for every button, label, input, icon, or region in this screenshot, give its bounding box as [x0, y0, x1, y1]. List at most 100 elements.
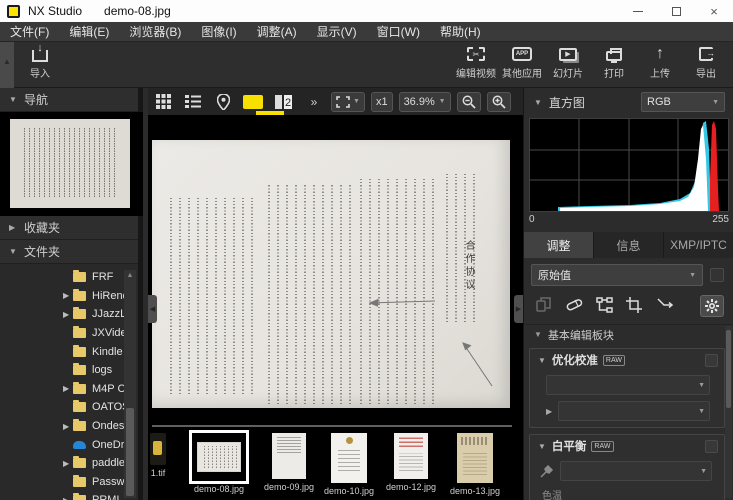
white-balance-header[interactable]: ▼ 白平衡 RAW: [530, 435, 724, 457]
toolbar-action-button[interactable]: 打印: [592, 45, 636, 86]
picture-control-select[interactable]: ▼: [546, 375, 710, 395]
thumbnail-image[interactable]: [394, 433, 428, 479]
preset-checkbox[interactable]: [710, 268, 724, 282]
folder-tree-item[interactable]: ▶ logs: [0, 361, 143, 380]
thumbnail-grid-view-button[interactable]: [150, 91, 176, 113]
folder-scrollbar[interactable]: ▲: [124, 270, 136, 498]
close-button[interactable]: ×: [695, 0, 733, 22]
filmstrip-thumbnail[interactable]: demo-13.jpg: [450, 433, 500, 496]
navigation-section-header[interactable]: ▼ 导航: [0, 88, 138, 112]
settings-button[interactable]: [700, 295, 724, 317]
toolbar-action-button[interactable]: 导出: [684, 45, 728, 86]
menu-item[interactable]: 文件(F): [0, 22, 59, 42]
expand-arrow-icon[interactable]: ▶: [63, 496, 73, 500]
expand-arrow-icon[interactable]: ▶: [63, 384, 73, 393]
chevron-down-icon: ▼: [538, 356, 546, 365]
picture-control-sub-select[interactable]: ▼: [558, 401, 710, 421]
sidebar-collapse-handle[interactable]: ◀: [148, 295, 157, 323]
menu-item[interactable]: 帮助(H): [430, 22, 491, 42]
image-canvas[interactable]: 合作协议 ◀ ▶: [148, 115, 523, 425]
toolbar-action-button[interactable]: ▶ 幻灯片: [546, 45, 590, 86]
list-view-button[interactable]: [180, 91, 206, 113]
panel-tab[interactable]: XMP/IPTC: [664, 232, 733, 258]
menu-item[interactable]: 图像(I): [191, 22, 246, 42]
filmstrip-thumbnail[interactable]: demo-09.jpg: [264, 433, 314, 492]
histogram-channel-select[interactable]: RGB ▼: [641, 92, 725, 112]
compare-view-button[interactable]: 2: [270, 91, 296, 113]
thumbnail-image[interactable]: [272, 433, 306, 479]
menu-item[interactable]: 显示(V): [307, 22, 367, 42]
zoom-in-button[interactable]: [487, 92, 511, 112]
folder-scrollbar-thumb[interactable]: [126, 408, 134, 496]
menu-item[interactable]: 浏览器(B): [119, 22, 191, 42]
zoom-1to1-button[interactable]: x1: [371, 92, 393, 112]
filmstrip-thumbnail[interactable]: 1.tif: [150, 433, 166, 478]
white-balance-checkbox[interactable]: [705, 440, 718, 453]
folder-tree-item[interactable]: ▶ paddle: [0, 454, 143, 473]
filmstrip-thumbnail[interactable]: demo-10.jpg: [324, 433, 374, 496]
folder-tree-item[interactable]: ▶ HiRend: [0, 287, 143, 306]
favorites-section-header[interactable]: ▶ 收藏夹: [0, 216, 138, 240]
chevron-right-icon[interactable]: ▶: [546, 407, 552, 416]
toolbar-action-button[interactable]: APP 其他应用: [500, 45, 544, 86]
image-view-button[interactable]: [240, 91, 266, 113]
expand-arrow-icon[interactable]: ▶: [63, 422, 73, 431]
basic-edit-section-header[interactable]: ▼ 基本编辑板块: [524, 324, 733, 344]
viewer-toolbar: 2 » ▼ x1 36.9% ▼: [148, 88, 523, 115]
straighten-icon[interactable]: [656, 297, 674, 311]
menu-item[interactable]: 编辑(E): [59, 22, 119, 42]
folder-tree-item[interactable]: ▶ Kindle: [0, 342, 143, 361]
map-view-button[interactable]: [210, 91, 236, 113]
copy-adjustments-icon[interactable]: [536, 297, 552, 313]
toolbar-action-icon: ↑: [650, 45, 670, 63]
eyedropper-icon[interactable]: [540, 464, 554, 478]
panel-scrollbar-thumb[interactable]: [726, 330, 731, 408]
folders-section-header[interactable]: ▼ 文件夹: [0, 240, 138, 264]
folder-icon: [73, 440, 86, 450]
more-tools-chevron[interactable]: »: [300, 91, 326, 113]
retouch-brush-icon[interactable]: [566, 297, 583, 313]
filmstrip-thumbnail[interactable]: demo-08.jpg: [192, 433, 246, 494]
picture-control-header[interactable]: ▼ 优化校准 RAW: [530, 349, 724, 371]
thumbnail-image[interactable]: [331, 433, 367, 483]
toolbar-collapse-handle[interactable]: ▲: [0, 42, 14, 88]
folder-tree-item[interactable]: ▶ JXVide: [0, 324, 143, 343]
expand-arrow-icon[interactable]: ▶: [63, 291, 73, 300]
thumbnail-image[interactable]: [457, 433, 493, 483]
toolbar-action-button[interactable]: ✂ 编辑视频: [454, 45, 498, 86]
expand-arrow-icon[interactable]: ▶: [63, 310, 73, 319]
adjustment-preset-select[interactable]: 原始值 ▼: [531, 264, 703, 286]
panel-tab[interactable]: 信息: [594, 232, 664, 258]
folder-tree-item[interactable]: ▶ FRF: [0, 268, 143, 287]
folder-tree-item[interactable]: ▶ M4P C: [0, 380, 143, 399]
panel-tab[interactable]: 调整: [524, 232, 594, 258]
panel-scrollbar[interactable]: [725, 326, 732, 498]
white-balance-select[interactable]: ▼: [560, 461, 712, 481]
thumbnail-image[interactable]: [150, 433, 166, 465]
version-tree-icon[interactable]: [596, 297, 613, 313]
minimize-button[interactable]: [619, 0, 657, 22]
fit-to-screen-button[interactable]: ▼: [331, 92, 365, 112]
crop-icon[interactable]: [626, 297, 642, 313]
filmstrip-thumbnail[interactable]: demo-12.jpg: [386, 433, 436, 492]
maximize-button[interactable]: [657, 0, 695, 22]
folder-tree-item[interactable]: ▶ OATOS: [0, 398, 143, 417]
picture-control-checkbox[interactable]: [705, 354, 718, 367]
folder-tree: ▶ FRF ▶ HiRend ▶ JJazzLa ▶ JXVide ▶: [0, 268, 143, 500]
thumbnail-image[interactable]: [192, 433, 246, 481]
folder-tree-item[interactable]: ▶ Ondes: [0, 417, 143, 436]
folder-tree-item[interactable]: ▶ JJazzLa: [0, 305, 143, 324]
folder-tree-item[interactable]: ▶ Passw: [0, 473, 143, 492]
zoom-out-button[interactable]: [457, 92, 481, 112]
navigation-preview[interactable]: [0, 112, 143, 216]
rightpanel-collapse-handle[interactable]: ▶: [514, 295, 523, 323]
toolbar-action-button[interactable]: ↑ 上传: [638, 45, 682, 86]
folder-tree-item[interactable]: ▶ OneDr: [0, 435, 143, 454]
zoom-level-select[interactable]: 36.9% ▼: [399, 92, 451, 112]
folder-tree-item[interactable]: ▶ PRML: [0, 491, 143, 500]
menu-item[interactable]: 调整(A): [247, 22, 307, 42]
menu-item[interactable]: 窗口(W): [367, 22, 430, 42]
scroll-up-icon[interactable]: ▲: [124, 272, 136, 279]
expand-arrow-icon[interactable]: ▶: [63, 459, 73, 468]
import-button[interactable]: ↓ 导入: [18, 45, 62, 86]
